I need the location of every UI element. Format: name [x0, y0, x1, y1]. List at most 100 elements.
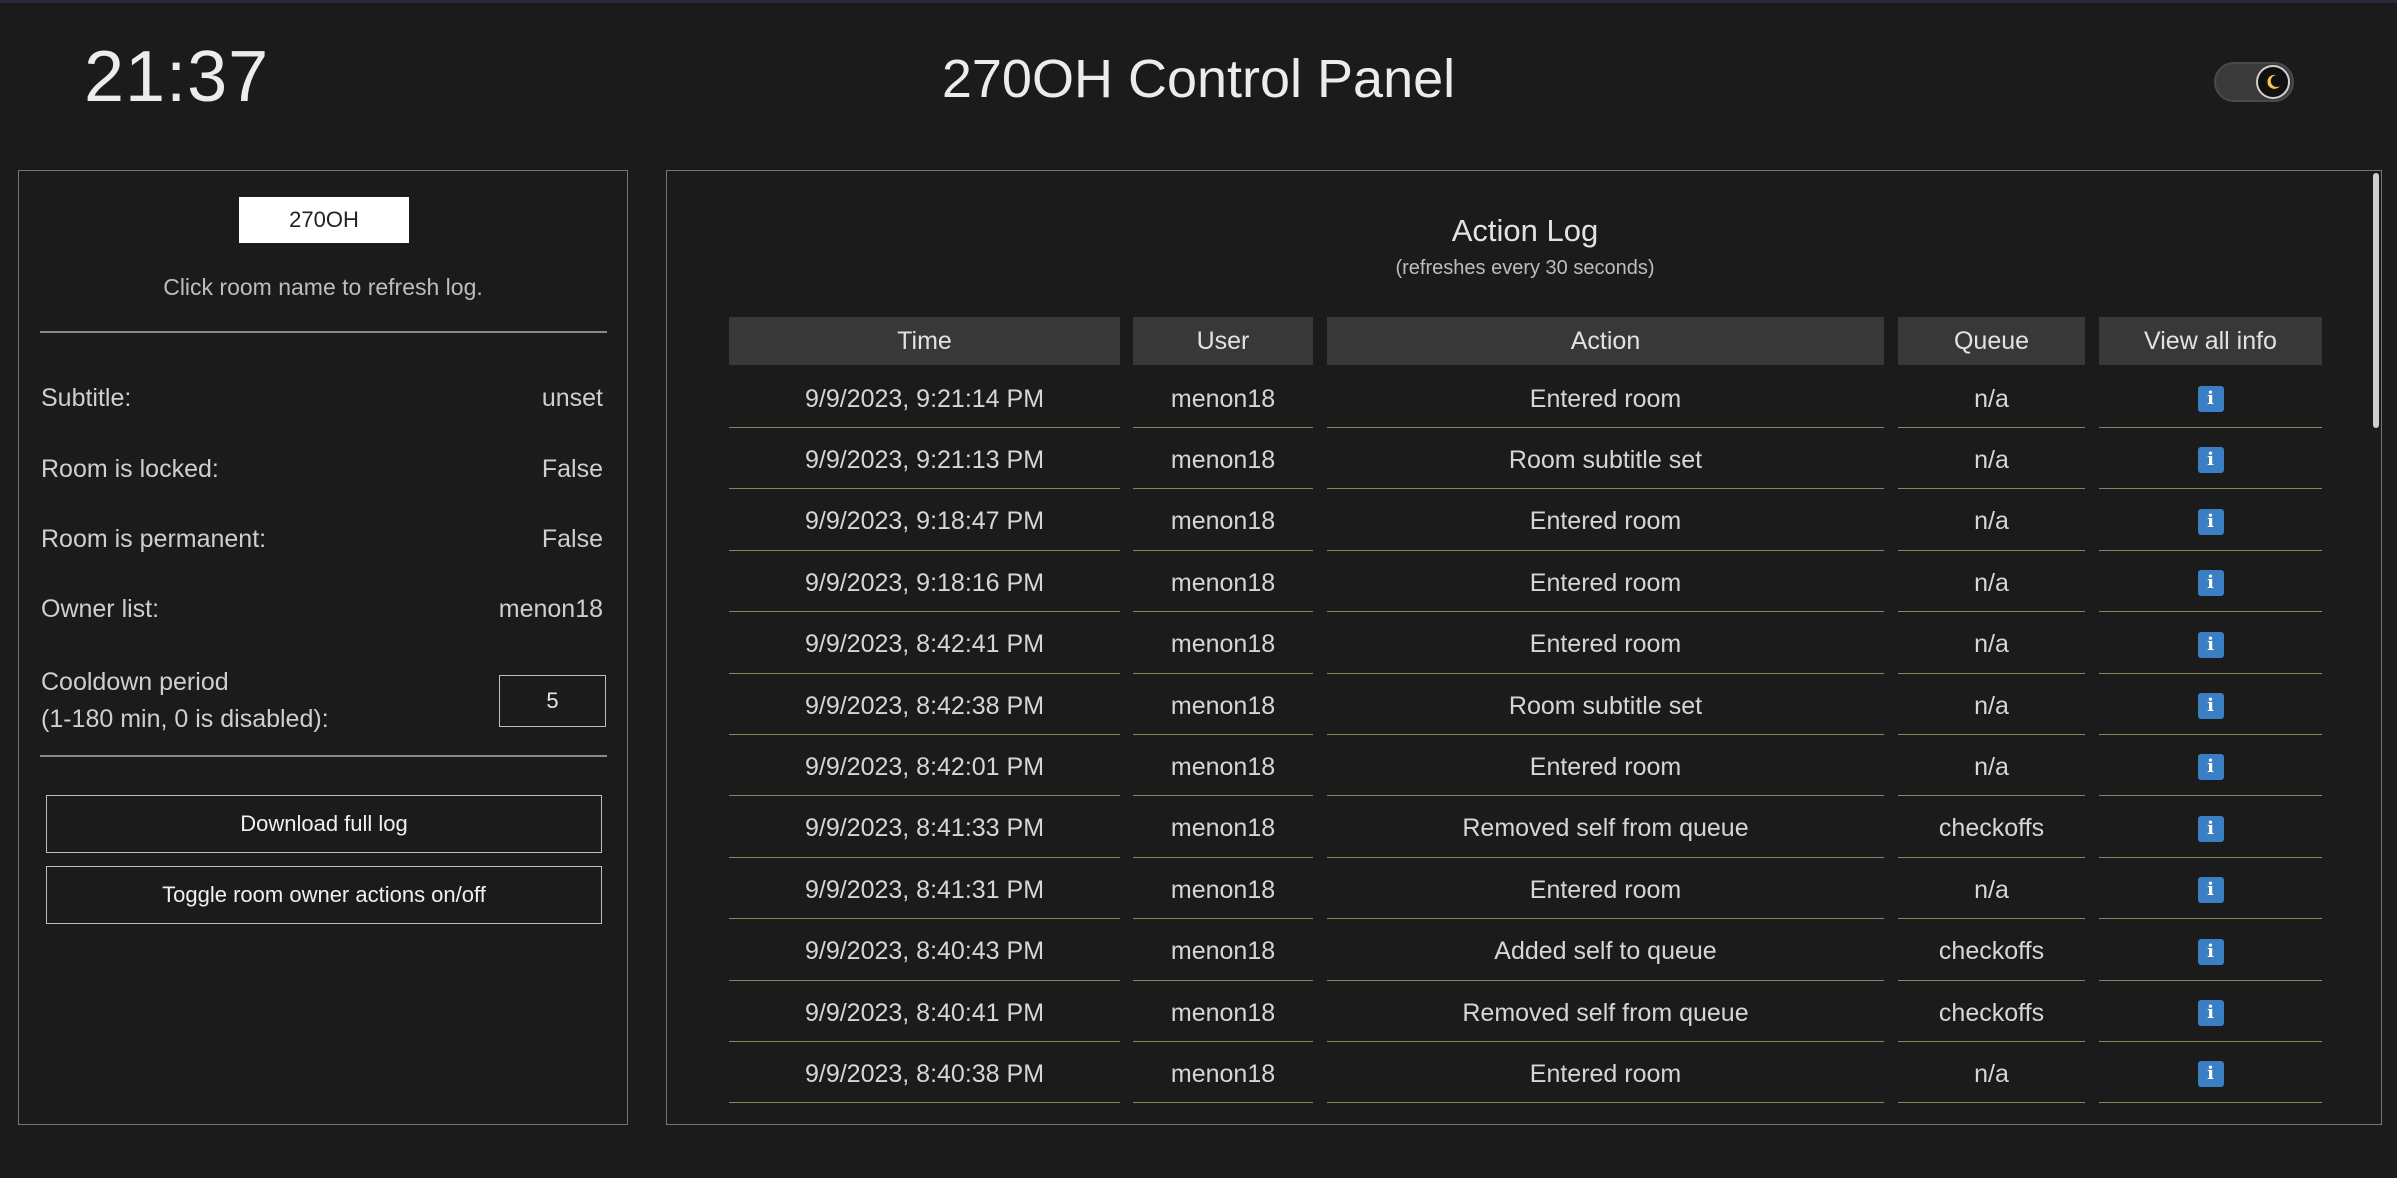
info-icon[interactable]: i [2197, 447, 2224, 474]
cell-view-info: i [2099, 555, 2322, 613]
info-icon-glyph: i [2207, 510, 2214, 532]
cell-view-info: i [2099, 617, 2322, 674]
cell-queue: n/a [1898, 739, 2085, 797]
cell-user: menon18 [1133, 432, 1313, 490]
cell-view-info: i [2099, 494, 2322, 551]
room-name-button[interactable]: 270OH [239, 197, 409, 243]
cell-action: Entered room [1327, 862, 1884, 920]
cell-user: menon18 [1133, 985, 1313, 1042]
info-value: menon18 [498, 595, 603, 623]
info-icon-glyph: i [2207, 817, 2214, 839]
room-settings-panel: 270OH Click room name to refresh log. Su… [18, 170, 628, 1125]
cell-view-info: i [2099, 985, 2322, 1042]
info-row-owners: Owner list: menon18 [41, 595, 603, 624]
cell-time: 9/9/2023, 8:40:41 PM [729, 985, 1120, 1042]
download-log-button[interactable]: Download full log [46, 795, 602, 853]
cell-view-info: i [2099, 432, 2322, 490]
column-header-action: Action [1327, 317, 1884, 365]
info-icon[interactable]: i [2197, 386, 2224, 412]
cell-queue: n/a [1898, 1046, 2085, 1104]
column-header-user: User [1133, 317, 1313, 365]
toggle-owner-actions-button[interactable]: Toggle room owner actions on/off [46, 866, 602, 924]
theme-toggle[interactable] [2214, 62, 2294, 102]
toggle-knob [2256, 65, 2290, 99]
divider [40, 331, 607, 333]
divider [40, 755, 607, 757]
action-log-title: Action Log [1451, 213, 1599, 248]
cell-queue: n/a [1898, 678, 2085, 735]
cell-queue: n/a [1898, 494, 2085, 551]
cell-queue: checkoffs [1898, 801, 2085, 858]
cell-user: menon18 [1133, 678, 1313, 735]
cell-view-info: i [2099, 739, 2322, 797]
info-icon-glyph: i [2207, 695, 2214, 716]
info-icon[interactable]: i [2197, 1061, 2224, 1088]
info-icon[interactable]: i [2197, 938, 2224, 965]
info-icon[interactable]: i [2197, 1000, 2224, 1026]
page-title: 270OH Control Panel [941, 49, 1456, 109]
cell-user: menon18 [1133, 617, 1313, 674]
cooldown-input[interactable] [499, 675, 606, 727]
cell-view-info: i [2099, 678, 2322, 735]
cell-time: 9/9/2023, 8:40:38 PM [729, 1046, 1120, 1104]
cell-view-info: i [2099, 371, 2322, 428]
cell-time: 9/9/2023, 8:40:43 PM [729, 924, 1120, 981]
cell-time: 9/9/2023, 8:42:38 PM [729, 678, 1120, 735]
cell-queue: n/a [1898, 432, 2085, 490]
cooldown-label-line2: (1-180 min, 0 is disabled): [41, 705, 329, 733]
info-value: unset [541, 384, 603, 412]
cell-action: Removed self from queue [1327, 801, 1884, 858]
info-icon[interactable]: i [2197, 693, 2224, 719]
info-icon[interactable]: i [2197, 754, 2224, 781]
action-log-subtitle: (refreshes every 30 seconds) [1395, 257, 1655, 279]
cell-user: menon18 [1133, 555, 1313, 613]
info-row-locked: Room is locked: False [41, 455, 603, 484]
cell-time: 9/9/2023, 8:42:41 PM [729, 617, 1120, 674]
cell-queue: n/a [1898, 862, 2085, 920]
info-icon-glyph: i [2207, 940, 2214, 962]
refresh-hint: Click room name to refresh log. [163, 274, 483, 300]
info-icon-glyph: i [2207, 633, 2214, 655]
info-row-subtitle: Subtitle: unset [41, 384, 603, 413]
info-value: False [541, 455, 603, 483]
info-value: False [541, 525, 603, 553]
cell-action: Entered room [1327, 555, 1884, 613]
cell-action: Removed self from queue [1327, 985, 1884, 1042]
info-icon[interactable]: i [2197, 877, 2224, 904]
cell-time: 9/9/2023, 9:21:13 PM [729, 432, 1120, 490]
info-icon-glyph: i [2207, 388, 2214, 409]
cooldown-label: Cooldown period (1-180 min, 0 is disable… [41, 664, 329, 738]
column-header-queue: Queue [1898, 317, 2085, 365]
info-icon[interactable]: i [2197, 631, 2224, 658]
top-border [0, 0, 2397, 3]
info-icon[interactable]: i [2197, 815, 2224, 842]
info-label: Room is permanent: [41, 525, 267, 553]
cell-time: 9/9/2023, 9:18:47 PM [729, 494, 1120, 551]
action-log-panel: Action Log (refreshes every 30 seconds) … [666, 170, 2382, 1125]
cell-action: Entered room [1327, 371, 1884, 428]
info-icon[interactable]: i [2197, 570, 2224, 597]
cell-time: 9/9/2023, 9:18:16 PM [729, 555, 1120, 613]
cell-time: 9/9/2023, 9:21:14 PM [729, 371, 1120, 428]
info-icon-glyph: i [2207, 572, 2214, 594]
cell-queue: n/a [1898, 617, 2085, 674]
cell-action: Room subtitle set [1327, 678, 1884, 735]
column-header-time: Time [729, 317, 1120, 365]
info-icon[interactable]: i [2197, 508, 2224, 535]
cell-view-info: i [2099, 801, 2322, 858]
cell-action: Entered room [1327, 739, 1884, 797]
info-icon-glyph: i [2207, 756, 2214, 778]
info-icon-glyph: i [2207, 879, 2214, 901]
cell-queue: n/a [1898, 555, 2085, 613]
info-icon-glyph: i [2207, 1002, 2214, 1023]
cell-view-info: i [2099, 924, 2322, 981]
cell-view-info: i [2099, 1046, 2322, 1104]
cell-user: menon18 [1133, 862, 1313, 920]
cell-user: menon18 [1133, 494, 1313, 551]
info-icon-glyph: i [2207, 449, 2214, 471]
cell-user: menon18 [1133, 801, 1313, 858]
cooldown-label-line1: Cooldown period [41, 668, 229, 696]
scrollbar[interactable] [2373, 173, 2379, 428]
cell-user: menon18 [1133, 924, 1313, 981]
cell-action: Entered room [1327, 494, 1884, 551]
